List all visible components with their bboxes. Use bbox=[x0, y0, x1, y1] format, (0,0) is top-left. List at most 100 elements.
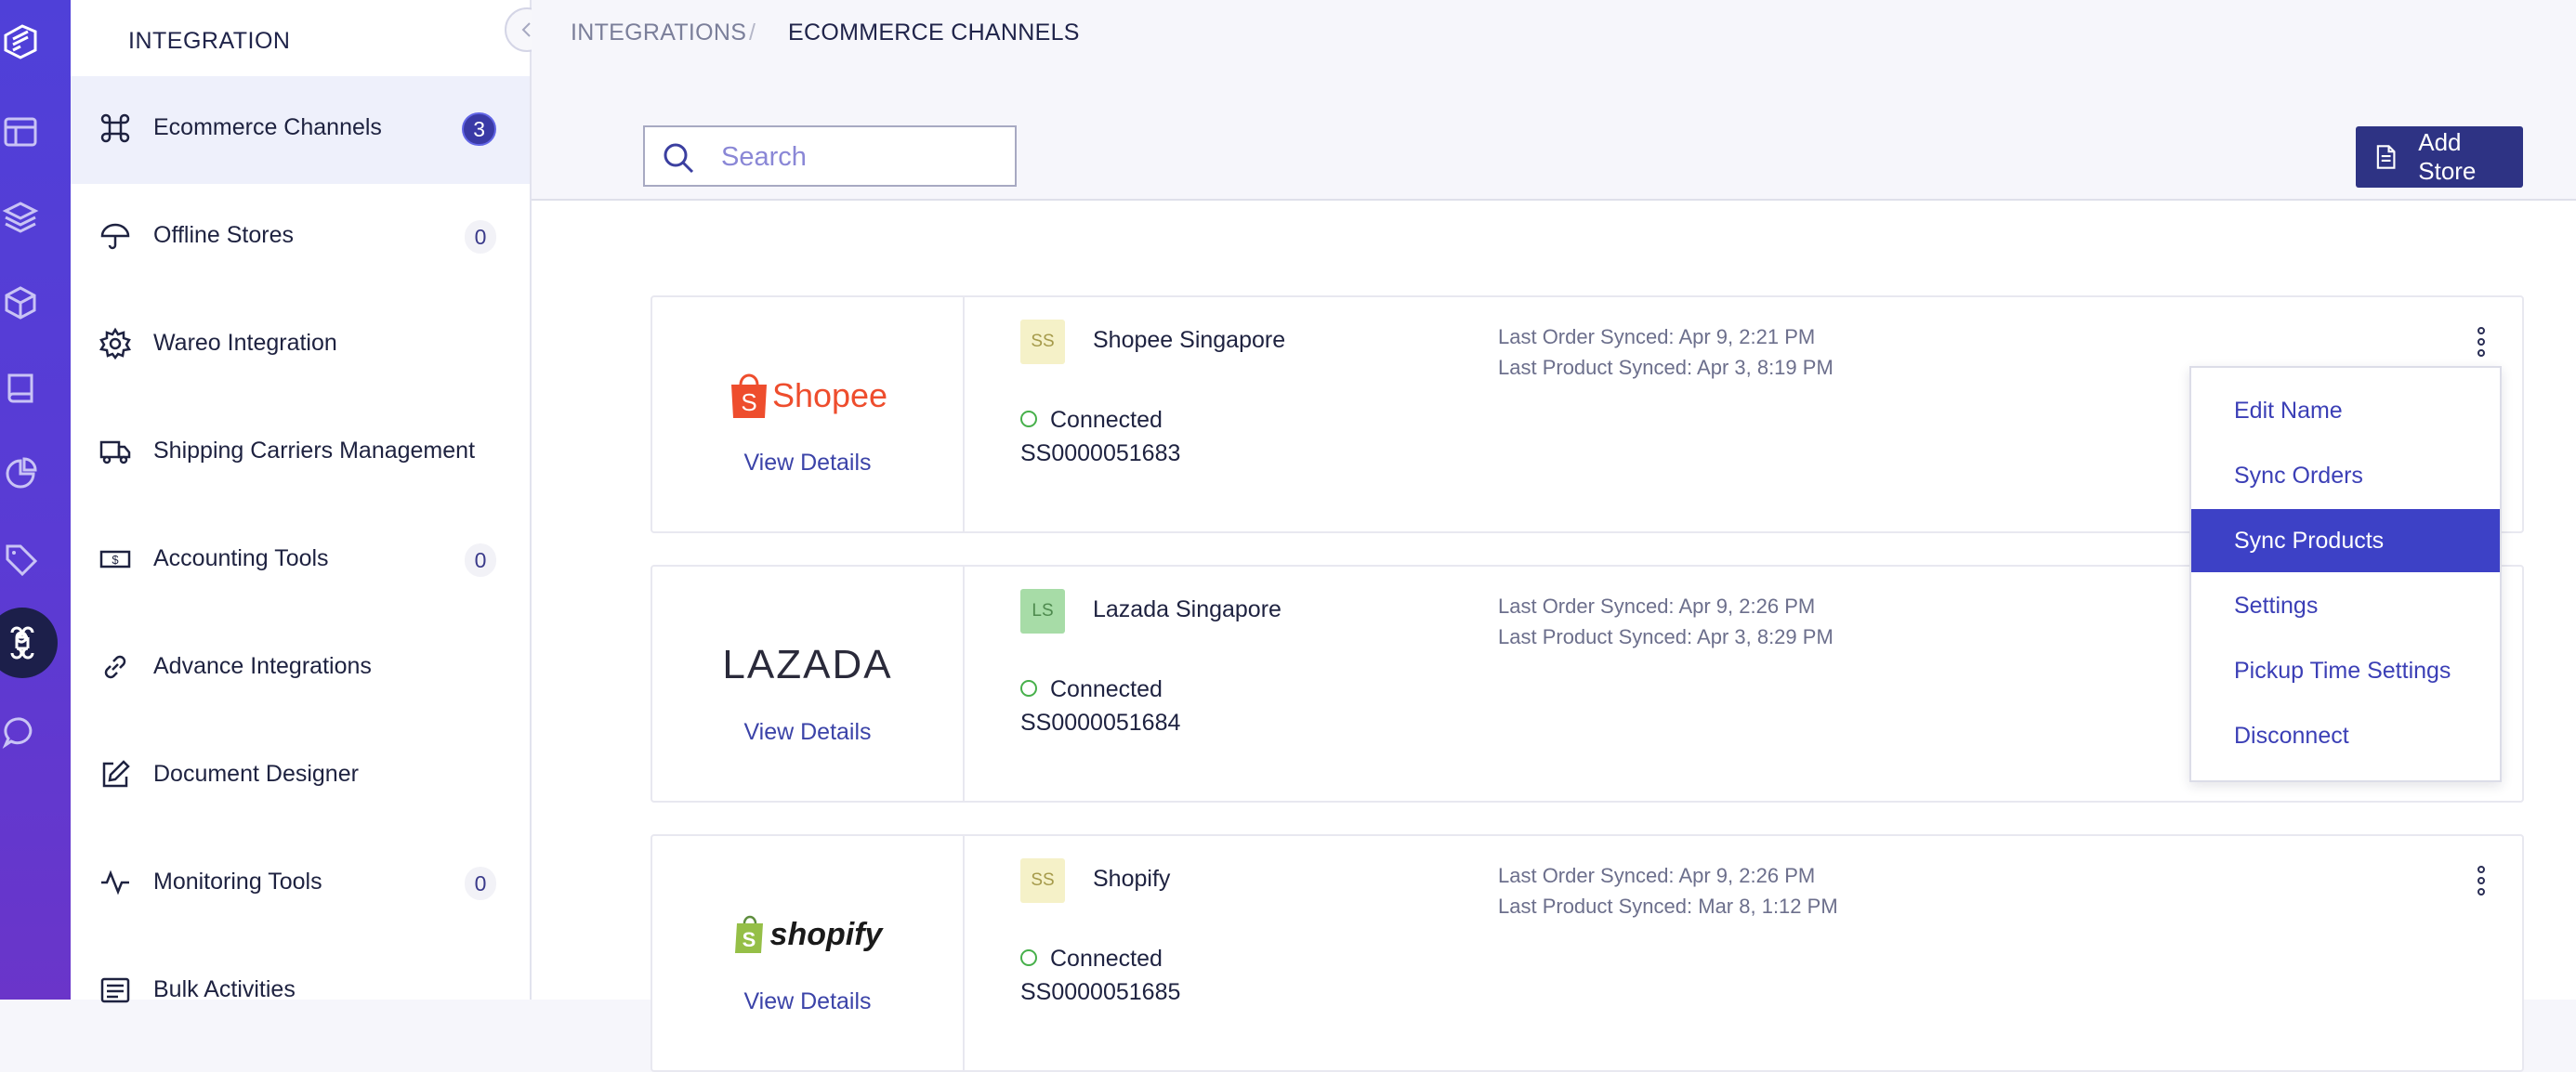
sidebar-item-label: Offline Stores bbox=[153, 222, 295, 248]
last-order-value: Apr 9, 2:21 PM bbox=[1678, 325, 1816, 348]
store-id: SS0000051684 bbox=[1020, 710, 1181, 736]
breadcrumb-integrations[interactable]: INTEGRATIONS bbox=[571, 20, 746, 46]
last-order-synced: Last Order Synced: Apr 9, 2:26 PM bbox=[1498, 595, 1815, 619]
status-text: Connected bbox=[1050, 407, 1163, 433]
view-details-link[interactable]: View Details bbox=[652, 719, 963, 746]
shopee-bag-icon: S bbox=[730, 373, 767, 418]
last-product-label: Last Product Synced: bbox=[1498, 625, 1693, 648]
store-avatar: SS bbox=[1020, 320, 1065, 364]
menu-item-disconnect[interactable]: Disconnect bbox=[2191, 704, 2500, 767]
sidebar-item-label: Ecommerce Channels bbox=[153, 114, 382, 140]
svg-text:S: S bbox=[742, 928, 756, 951]
integration-active-icon[interactable] bbox=[0, 608, 58, 678]
page-header: INTEGRATIONS / ECOMMERCE CHANNELS Add St… bbox=[532, 0, 2576, 201]
store-name: Shopee Singapore bbox=[1093, 327, 1286, 353]
status-text: Connected bbox=[1050, 676, 1163, 702]
store-logo-cell: S shopify View Details bbox=[652, 836, 965, 1070]
last-product-label: Last Product Synced: bbox=[1498, 895, 1693, 918]
breadcrumb-separator: / bbox=[749, 20, 756, 46]
more-options-icon[interactable] bbox=[2474, 866, 2489, 903]
count-badge: 0 bbox=[465, 867, 496, 900]
search-input[interactable] bbox=[719, 137, 1002, 177]
search-box[interactable] bbox=[643, 125, 1017, 187]
lazada-logo: LAZADA bbox=[652, 637, 963, 693]
store-name: Shopify bbox=[1093, 866, 1171, 892]
store-id: SS0000051683 bbox=[1020, 440, 1181, 466]
sidebar-item-label: Wareo Integration bbox=[153, 330, 337, 356]
shopify-logo: S shopify bbox=[652, 907, 963, 962]
money-icon: $ bbox=[99, 543, 136, 580]
truck-icon bbox=[99, 435, 136, 472]
last-product-value: Apr 3, 8:19 PM bbox=[1697, 356, 1833, 379]
command-icon bbox=[99, 111, 136, 149]
shopify-bag-icon: S bbox=[734, 915, 763, 953]
link-icon bbox=[99, 650, 136, 687]
sidebar-item-wareo-integration[interactable]: Wareo Integration bbox=[71, 292, 530, 399]
last-product-value: Apr 3, 8:29 PM bbox=[1697, 625, 1833, 648]
last-order-synced: Last Order Synced: Apr 9, 2:26 PM bbox=[1498, 864, 1815, 888]
store-status: Connected bbox=[1020, 676, 1163, 703]
view-details-link[interactable]: View Details bbox=[652, 988, 963, 1015]
sidebar-item-document-designer[interactable]: Document Designer bbox=[71, 723, 530, 830]
sidebar-item-monitoring-tools[interactable]: Monitoring Tools 0 bbox=[71, 830, 530, 938]
document-icon bbox=[2376, 145, 2396, 169]
menu-item-sync-orders[interactable]: Sync Orders bbox=[2191, 444, 2500, 507]
add-store-button[interactable]: Add Store bbox=[2356, 126, 2523, 188]
app-logo-icon[interactable] bbox=[0, 20, 41, 61]
layers-icon[interactable] bbox=[0, 197, 41, 238]
gear-icon bbox=[99, 327, 136, 364]
store-avatar: LS bbox=[1020, 589, 1065, 634]
pie-chart-icon[interactable] bbox=[0, 453, 41, 494]
last-order-label: Last Order Synced: bbox=[1498, 864, 1675, 887]
menu-item-settings[interactable]: Settings bbox=[2191, 574, 2500, 637]
box-icon[interactable] bbox=[0, 282, 41, 323]
menu-item-sync-products[interactable]: Sync Products bbox=[2191, 509, 2500, 572]
sidebar-item-bulk-activities[interactable]: Bulk Activities bbox=[71, 938, 530, 1046]
store-name: Lazada Singapore bbox=[1093, 596, 1281, 622]
last-order-value: Apr 9, 2:26 PM bbox=[1678, 864, 1816, 887]
last-product-synced: Last Product Synced: Apr 3, 8:29 PM bbox=[1498, 625, 1833, 649]
last-order-value: Apr 9, 2:26 PM bbox=[1678, 595, 1816, 618]
sidebar-title: INTEGRATION bbox=[128, 28, 291, 54]
last-product-value: Mar 8, 1:12 PM bbox=[1698, 895, 1838, 918]
activity-icon bbox=[99, 866, 136, 903]
sidebar-item-accounting-tools[interactable]: $ Accounting Tools 0 bbox=[71, 507, 530, 615]
svg-text:$: $ bbox=[112, 553, 119, 567]
edit-icon bbox=[99, 758, 136, 795]
last-order-synced: Last Order Synced: Apr 9, 2:21 PM bbox=[1498, 325, 1815, 349]
menu-item-pickup-time-settings[interactable]: Pickup Time Settings bbox=[2191, 639, 2500, 702]
store-list: S Shopee View Details SS Shopee Singapor… bbox=[532, 201, 2576, 1072]
status-text: Connected bbox=[1050, 946, 1163, 972]
sidebar-item-shipping-carriers[interactable]: Shipping Carriers Management bbox=[71, 399, 530, 507]
sidebar-item-label: Advance Integrations bbox=[153, 653, 372, 679]
store-id: SS0000051685 bbox=[1020, 979, 1181, 1005]
main-content: INTEGRATIONS / ECOMMERCE CHANNELS Add St… bbox=[532, 0, 2576, 1072]
shopify-wordmark: shopify bbox=[769, 916, 883, 952]
store-status: Connected bbox=[1020, 946, 1163, 973]
chat-icon[interactable] bbox=[0, 712, 41, 752]
icon-rail bbox=[0, 0, 71, 1000]
last-order-label: Last Order Synced: bbox=[1498, 325, 1675, 348]
sidebar-item-advance-integrations[interactable]: Advance Integrations bbox=[71, 615, 530, 723]
count-badge: 0 bbox=[465, 543, 496, 577]
sidebar-item-label: Shipping Carriers Management bbox=[153, 438, 476, 464]
last-product-synced: Last Product Synced: Apr 3, 8:19 PM bbox=[1498, 356, 1833, 380]
tag-icon[interactable] bbox=[0, 539, 41, 580]
svg-text:S: S bbox=[741, 388, 756, 416]
book-icon[interactable] bbox=[0, 368, 41, 409]
menu-item-edit-name[interactable]: Edit Name bbox=[2191, 379, 2500, 442]
shopee-wordmark: Shopee bbox=[771, 376, 888, 414]
last-order-label: Last Order Synced: bbox=[1498, 595, 1675, 618]
layout-icon[interactable] bbox=[0, 111, 41, 152]
store-avatar: SS bbox=[1020, 858, 1065, 903]
sidebar-item-ecommerce-channels[interactable]: Ecommerce Channels 3 bbox=[71, 76, 530, 184]
connected-status-dot bbox=[1020, 680, 1037, 698]
last-product-label: Last Product Synced: bbox=[1498, 356, 1693, 379]
count-badge: 3 bbox=[462, 112, 496, 146]
sidebar-item-label: Document Designer bbox=[153, 761, 359, 787]
more-options-icon[interactable] bbox=[2474, 327, 2489, 364]
sidebar-item-label: Accounting Tools bbox=[153, 545, 329, 571]
view-details-link[interactable]: View Details bbox=[652, 450, 963, 477]
connected-status-dot bbox=[1020, 949, 1037, 967]
sidebar-item-offline-stores[interactable]: Offline Stores 0 bbox=[71, 184, 530, 292]
